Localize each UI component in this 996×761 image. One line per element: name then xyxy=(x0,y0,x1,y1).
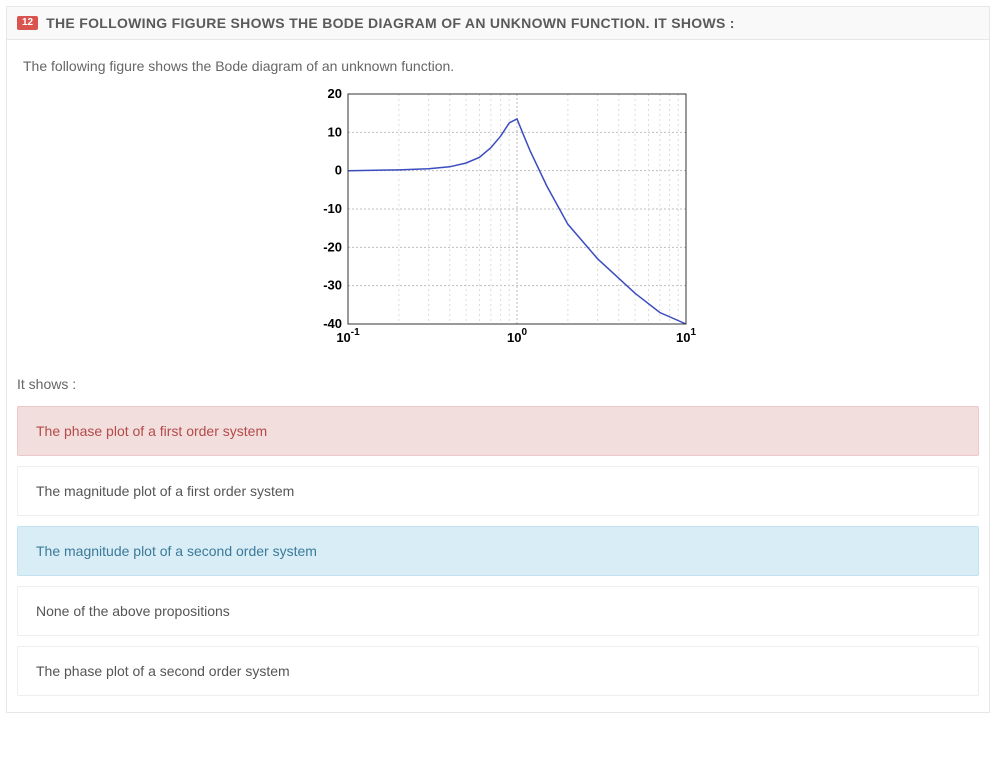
svg-text:0: 0 xyxy=(335,163,342,178)
answer-option-text: The magnitude plot of a second order sys… xyxy=(36,543,317,559)
bode-chart: -40 -30 -20 -10 0 10 20 10-1 100 101 xyxy=(17,84,979,354)
question-card: 12 THE FOLLOWING FIGURE SHOWS THE BODE D… xyxy=(6,6,990,713)
answer-option[interactable]: None of the above propositions xyxy=(17,586,979,636)
question-prompt: It shows : xyxy=(17,376,979,392)
answer-options: The phase plot of a first order system Th… xyxy=(17,406,979,706)
svg-text:-40: -40 xyxy=(323,316,342,331)
question-header: 12 THE FOLLOWING FIGURE SHOWS THE BODE D… xyxy=(7,7,989,40)
svg-text:-20: -20 xyxy=(323,239,342,254)
answer-option[interactable]: The phase plot of a first order system xyxy=(17,406,979,456)
bode-plot-svg: -40 -30 -20 -10 0 10 20 10-1 100 101 xyxy=(298,84,698,354)
question-title: THE FOLLOWING FIGURE SHOWS THE BODE DIAG… xyxy=(46,15,735,31)
question-number-badge: 12 xyxy=(17,16,38,30)
answer-option[interactable]: The magnitude plot of a first order syst… xyxy=(17,466,979,516)
svg-text:100: 100 xyxy=(507,327,527,345)
answer-option[interactable]: The magnitude plot of a second order sys… xyxy=(17,526,979,576)
answer-option-text: The phase plot of a first order system xyxy=(36,423,267,439)
answer-option-text: The phase plot of a second order system xyxy=(36,663,290,679)
answer-option-text: The magnitude plot of a first order syst… xyxy=(36,483,294,499)
svg-text:20: 20 xyxy=(328,86,342,101)
answer-option[interactable]: The phase plot of a second order system xyxy=(17,646,979,696)
question-body: The following figure shows the Bode diag… xyxy=(7,40,989,712)
question-stem: The following figure shows the Bode diag… xyxy=(23,58,979,74)
svg-text:10: 10 xyxy=(328,124,342,139)
svg-text:-30: -30 xyxy=(323,278,342,293)
svg-text:10-1: 10-1 xyxy=(336,327,360,345)
answer-option-text: None of the above propositions xyxy=(36,603,230,619)
svg-text:-10: -10 xyxy=(323,201,342,216)
svg-text:101: 101 xyxy=(676,327,696,345)
